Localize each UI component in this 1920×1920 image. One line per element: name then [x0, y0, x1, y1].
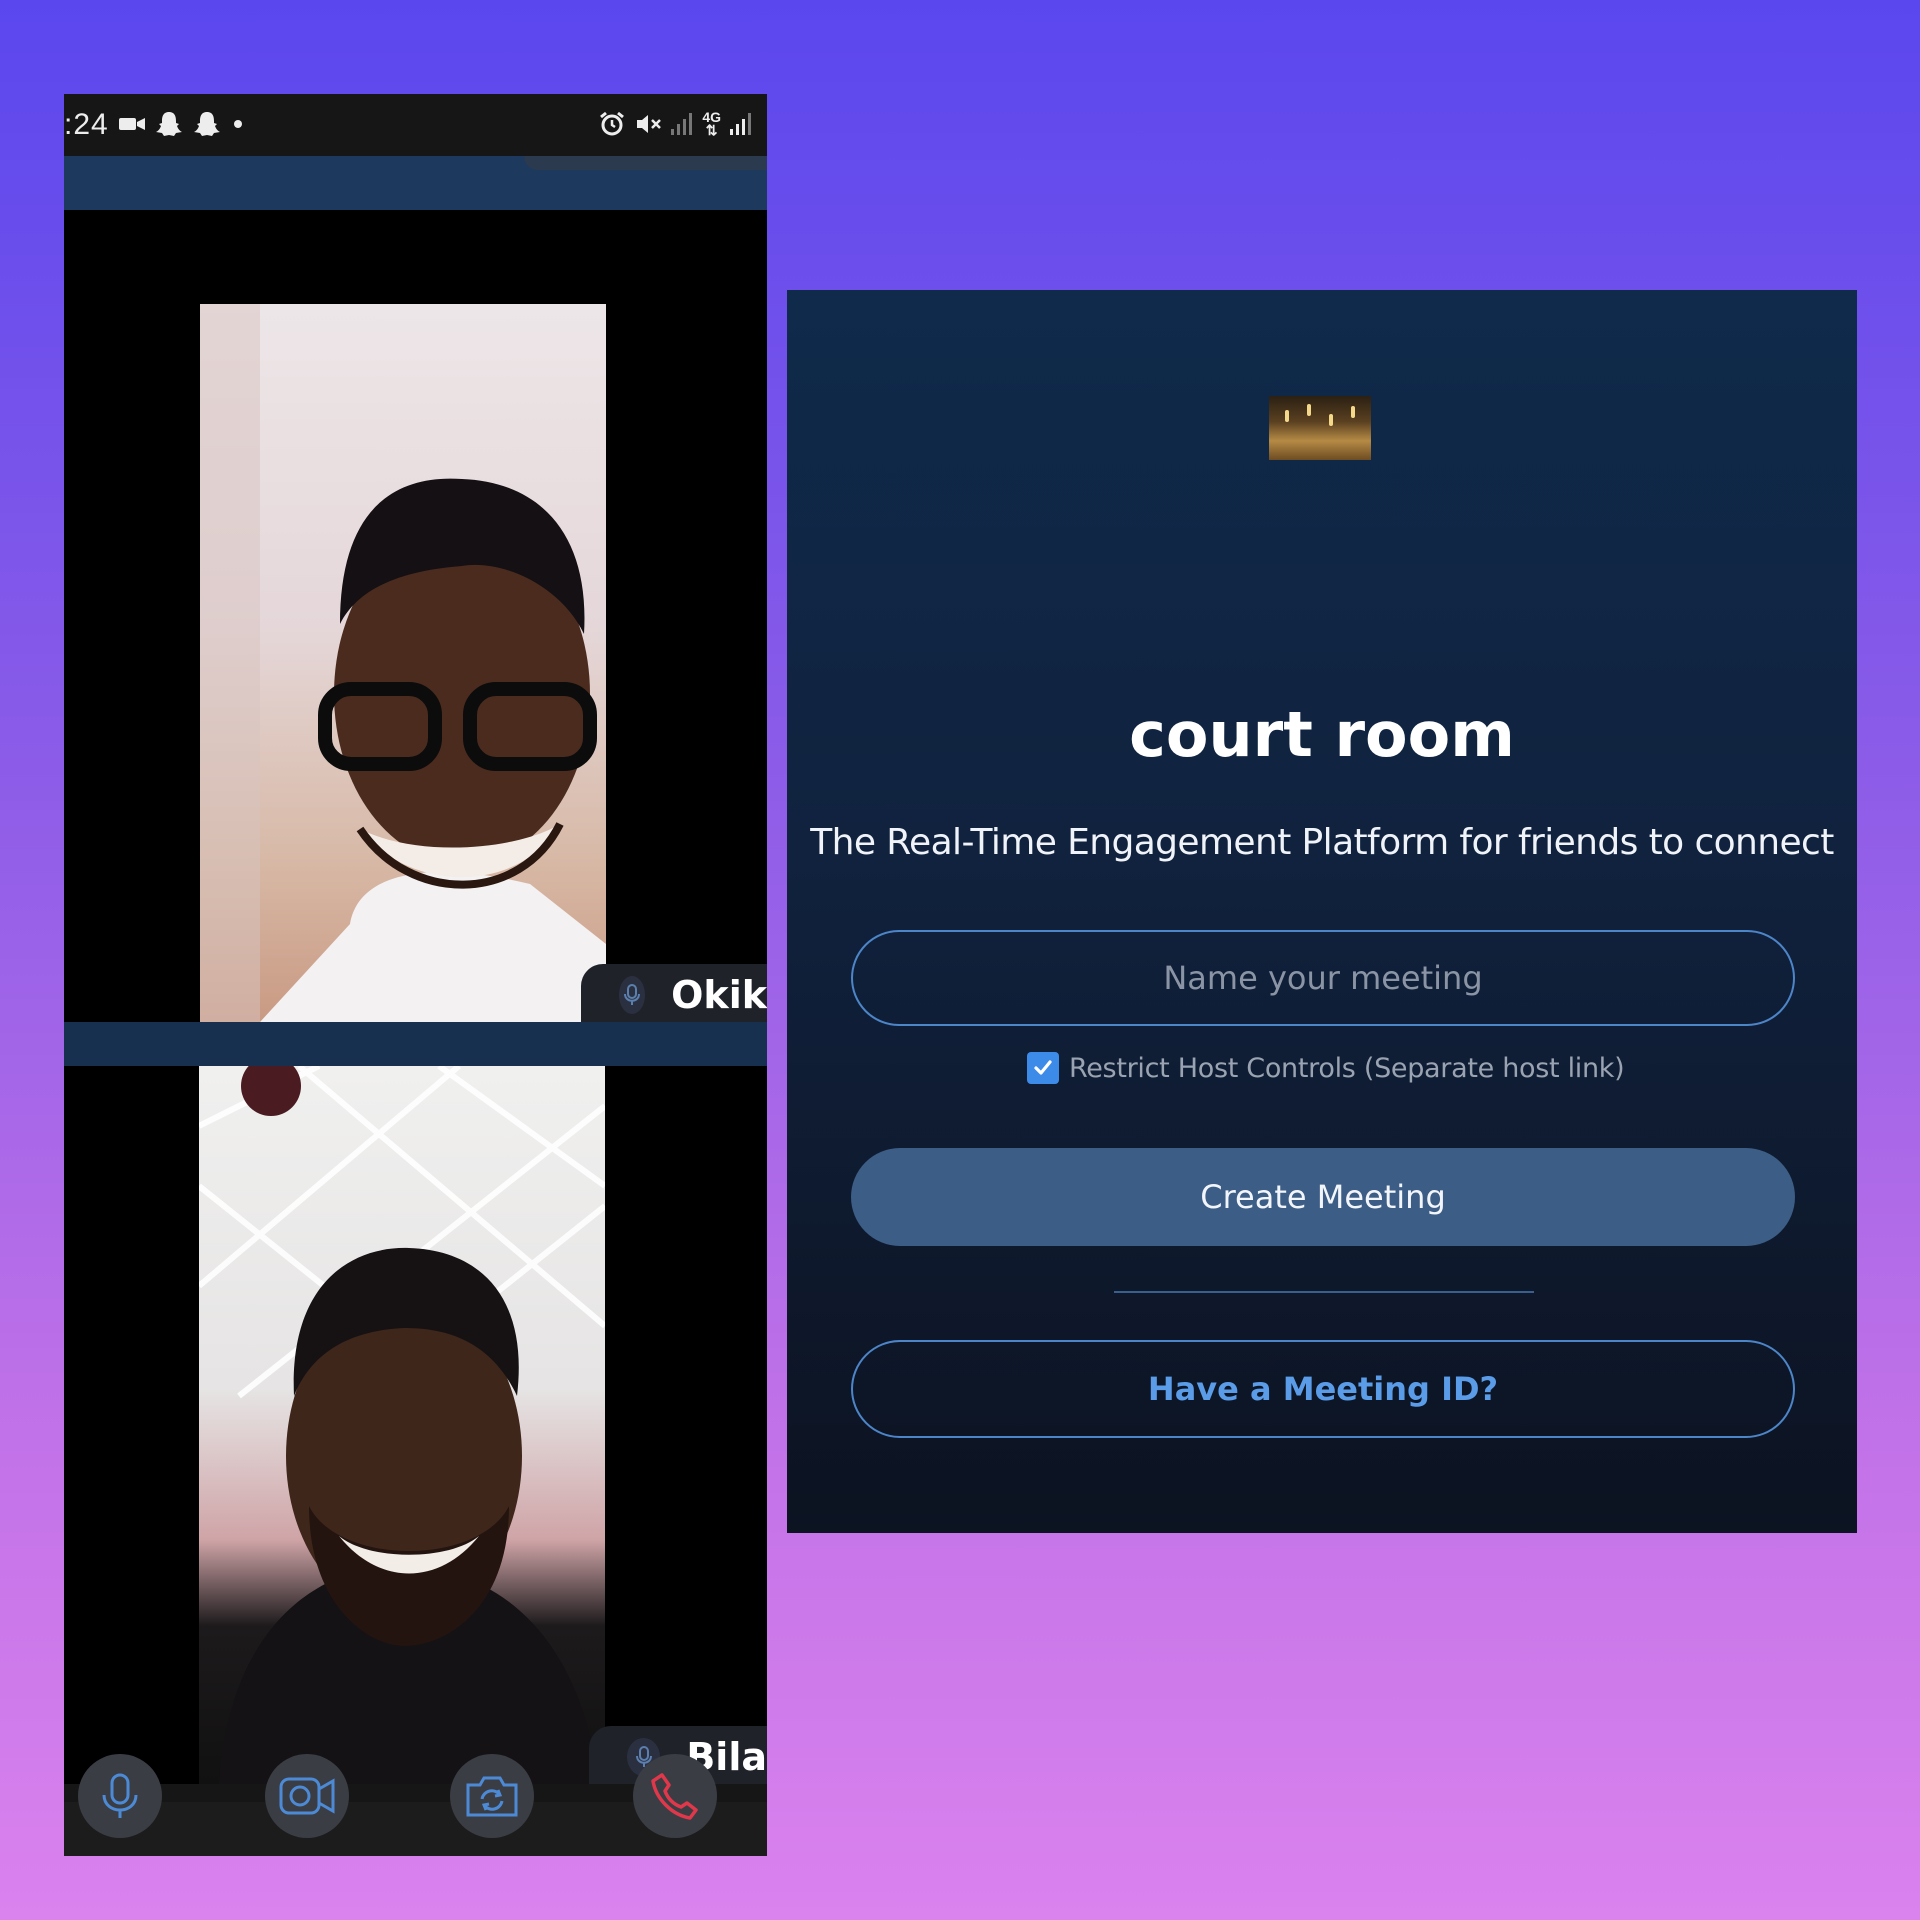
notification-dot-icon — [230, 116, 246, 132]
participant-video-tile[interactable]: Bila — [64, 1066, 767, 1784]
participant-name: Okik — [671, 973, 767, 1017]
create-meeting-button[interactable]: Create Meeting — [851, 1148, 1795, 1246]
alarm-icon — [598, 110, 626, 138]
participant-name-tag: Okik — [581, 964, 767, 1022]
mute-icon — [634, 110, 662, 138]
4g-data-icon: 4G ⇅ — [702, 109, 721, 138]
restrict-host-controls-checkbox[interactable] — [1027, 1052, 1059, 1084]
brand-logo-image — [1269, 396, 1371, 460]
mute-microphone-button[interactable] — [78, 1754, 162, 1838]
call-header-tab — [524, 156, 767, 170]
signal-icon — [729, 111, 753, 137]
snapchat-icon — [154, 109, 184, 139]
video-call-screen: :24 4G ⇅ Okik Bila — [64, 94, 767, 1856]
end-call-button[interactable] — [633, 1754, 717, 1838]
participant-video-image — [200, 304, 606, 1022]
microphone-icon — [102, 1773, 138, 1818]
toggle-camera-button[interactable] — [265, 1754, 349, 1838]
tile-divider — [64, 1022, 767, 1066]
app-title: court room — [1129, 698, 1515, 771]
meeting-name-input[interactable] — [851, 930, 1795, 1026]
status-left-icons — [118, 104, 246, 144]
logo-glint — [1351, 406, 1355, 418]
signal-icon — [670, 111, 694, 137]
participant-video-image — [199, 1066, 605, 1784]
restrict-host-controls-label: Restrict Host Controls (Separate host li… — [1069, 1052, 1625, 1084]
participant-video-feed — [199, 1066, 605, 1784]
restrict-host-controls-option[interactable]: Restrict Host Controls (Separate host li… — [1027, 1046, 1625, 1090]
have-meeting-id-button[interactable]: Have a Meeting ID? — [851, 1340, 1795, 1438]
participant-video-feed — [200, 304, 606, 1022]
microphone-icon — [619, 976, 646, 1014]
call-header-strip — [64, 156, 767, 304]
snapchat-icon — [192, 109, 222, 139]
switch-camera-button[interactable] — [450, 1754, 534, 1838]
court-room-panel: court room The Real-Time Engagement Plat… — [787, 290, 1857, 1533]
logo-glint — [1285, 410, 1289, 422]
switch-camera-icon — [466, 1776, 518, 1817]
network-type: 4G — [702, 109, 721, 125]
checkmark-icon — [1034, 1060, 1052, 1075]
end-call-icon — [651, 1773, 698, 1820]
logo-glint — [1329, 414, 1333, 426]
status-bar: :24 4G ⇅ — [64, 94, 767, 156]
status-time: :24 — [64, 108, 109, 141]
section-divider — [1114, 1291, 1534, 1293]
video-recording-icon — [118, 114, 146, 134]
participant-video-tile[interactable]: Okik — [64, 304, 767, 1022]
video-camera-icon — [279, 1777, 335, 1815]
app-tagline: The Real-Time Engagement Platform for fr… — [810, 822, 1834, 863]
logo-glint — [1307, 404, 1311, 416]
status-right-icons: 4G ⇅ — [598, 104, 753, 144]
